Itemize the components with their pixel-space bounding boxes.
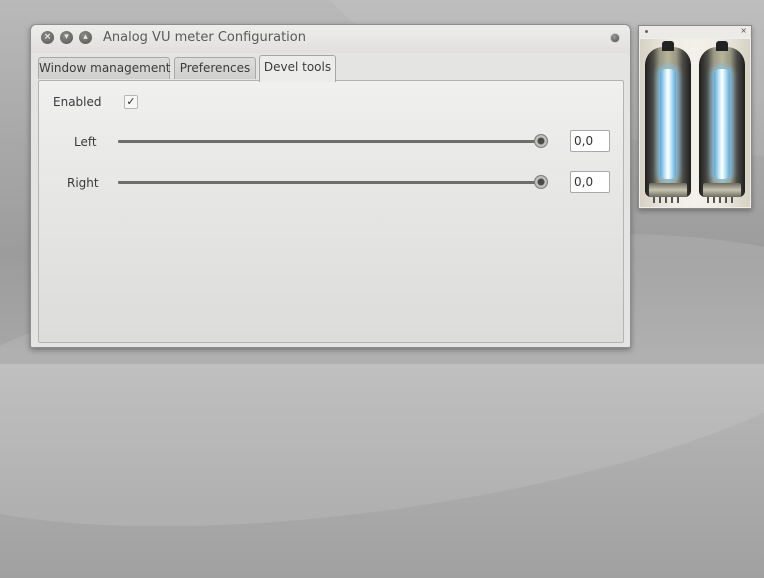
tab-window-management[interactable]: Window management — [38, 57, 171, 79]
enabled-label: Enabled — [53, 95, 102, 109]
left-slider[interactable] — [118, 140, 548, 143]
right-value-field[interactable]: 0,0 — [570, 171, 610, 193]
left-tube-icon — [645, 41, 691, 203]
right-slider-fill — [118, 181, 540, 184]
titlebar: × ▾ ▴ Analog VU meter Configuration — [31, 25, 630, 53]
left-slider-handle[interactable] — [534, 134, 548, 148]
tab-devel-tools[interactable]: Devel tools — [259, 55, 336, 82]
minimize-icon[interactable]: ▾ — [60, 31, 73, 44]
close-icon[interactable]: × — [41, 31, 54, 44]
maximize-icon[interactable]: ▴ — [79, 31, 92, 44]
enabled-checkbox[interactable]: ✓ — [124, 95, 138, 109]
left-value-field[interactable]: 0,0 — [570, 130, 610, 152]
left-slider-fill — [118, 140, 540, 143]
right-tube-icon — [699, 41, 745, 203]
preview-titlebar: × — [639, 26, 751, 38]
left-tube-glow — [660, 69, 676, 179]
window-title: Analog VU meter Configuration — [103, 30, 306, 45]
left-label: Left — [74, 135, 97, 149]
right-slider-handle[interactable] — [534, 175, 548, 189]
tab-preferences[interactable]: Preferences — [174, 57, 256, 79]
devel-tools-panel: Enabled ✓ Left 0,0 Right 0,0 — [38, 80, 624, 343]
preview-close-icon[interactable]: × — [740, 26, 747, 35]
window-menu-icon[interactable] — [610, 33, 620, 43]
vu-meter-preview-window: × — [638, 25, 752, 209]
config-window: × ▾ ▴ Analog VU meter Configuration Wind… — [30, 24, 631, 348]
right-slider[interactable] — [118, 181, 548, 184]
right-label: Right — [67, 176, 99, 190]
right-tube-glow — [714, 69, 730, 179]
preview-menu-icon[interactable] — [645, 30, 648, 33]
vu-tubes — [640, 39, 750, 207]
